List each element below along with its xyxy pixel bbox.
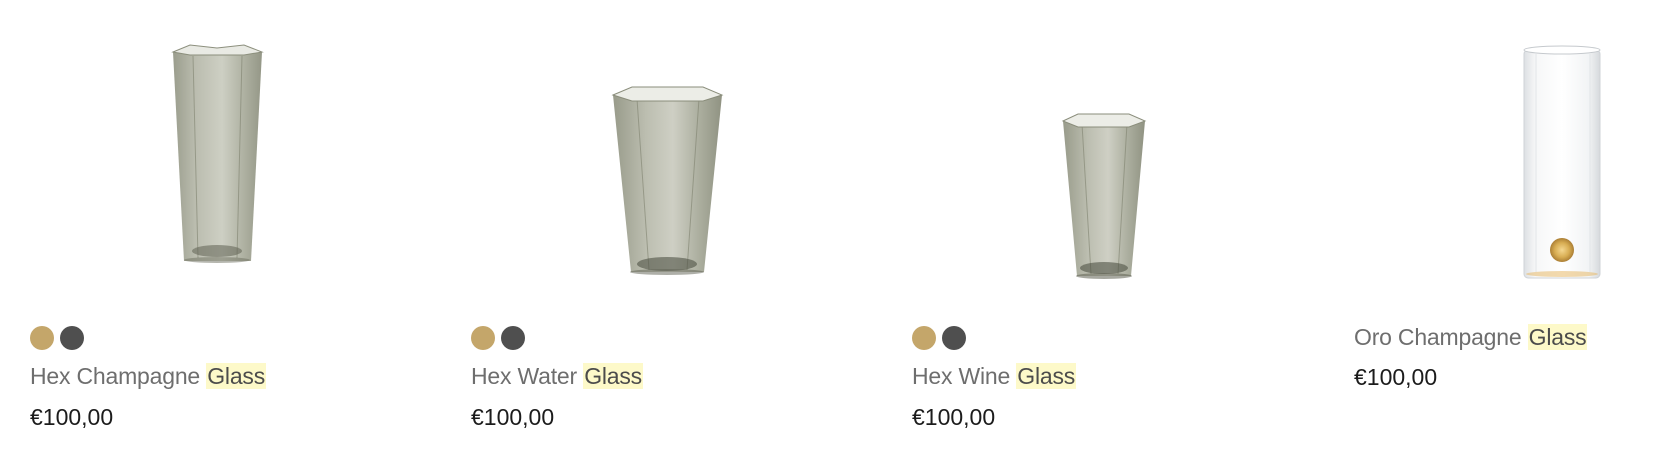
product-title-link[interactable]: Hex Champagne Glass xyxy=(30,357,267,395)
hex-water-glass-image xyxy=(611,86,724,275)
product-title-link[interactable]: Hex Wine Glass xyxy=(912,357,1077,395)
product-title-link[interactable]: Oro Champagne Glass xyxy=(1354,318,1588,356)
smoke-swatch[interactable] xyxy=(501,326,525,350)
product-image-link[interactable] xyxy=(1354,0,1676,300)
gold-swatch[interactable] xyxy=(912,326,936,350)
search-highlight: Glass xyxy=(206,363,267,389)
product-image-link[interactable] xyxy=(30,0,430,300)
product-price: €100,00 xyxy=(912,404,996,430)
product-image-link[interactable] xyxy=(471,0,871,300)
product-price: €100,00 xyxy=(1354,364,1438,390)
product-card: Hex Champagne Glass €100,00 xyxy=(30,0,430,472)
product-image-link[interactable] xyxy=(912,0,1312,300)
gold-swatch[interactable] xyxy=(471,326,495,350)
product-grid: Hex Champagne Glass €100,00 Hex Water Gl… xyxy=(0,0,1676,472)
hex-champagne-glass-image xyxy=(171,44,264,263)
product-price: €100,00 xyxy=(471,404,555,430)
product-card: Oro Champagne Glass €100,00 xyxy=(1354,0,1676,472)
search-highlight: Glass xyxy=(1527,324,1588,350)
product-price: €100,00 xyxy=(30,404,114,430)
product-name: Hex Champagne xyxy=(30,363,201,389)
product-name: Hex Water xyxy=(471,363,577,389)
gold-swatch[interactable] xyxy=(30,326,54,350)
search-highlight: Glass xyxy=(1016,363,1077,389)
color-swatches xyxy=(30,326,84,350)
smoke-swatch[interactable] xyxy=(60,326,84,350)
product-name: Oro Champagne xyxy=(1354,324,1522,350)
hex-wine-glass-image xyxy=(1061,113,1147,279)
oro-champagne-glass-image xyxy=(1523,45,1601,279)
product-title-link[interactable]: Hex Water Glass xyxy=(471,357,643,395)
search-highlight: Glass xyxy=(583,363,643,389)
product-card: Hex Wine Glass €100,00 xyxy=(912,0,1312,472)
color-swatches xyxy=(912,326,966,350)
product-name: Hex Wine xyxy=(912,363,1011,389)
product-card: Hex Water Glass €100,00 xyxy=(471,0,871,472)
color-swatches xyxy=(471,326,525,350)
smoke-swatch[interactable] xyxy=(942,326,966,350)
